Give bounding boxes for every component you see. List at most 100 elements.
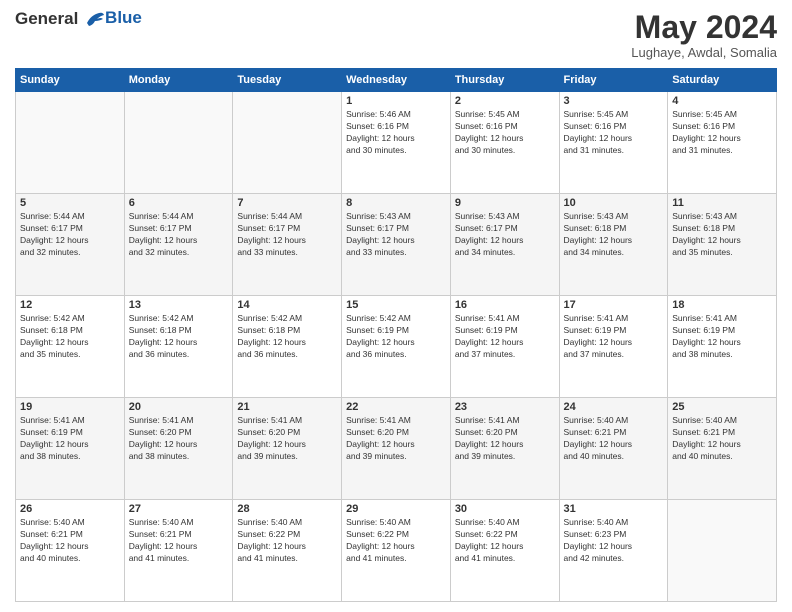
day-cell-0-5: 3 Sunrise: 5:45 AM Sunset: 6:16 PM Daylig… [559,92,668,194]
day-cell-3-6: 25 Sunrise: 5:40 AM Sunset: 6:21 PM Dayli… [668,398,777,500]
day-number-29: 29 [346,503,446,515]
day-info-30: Sunrise: 5:40 AM Sunset: 6:22 PM Dayligh… [455,517,555,565]
day-cell-4-5: 31 Sunrise: 5:40 AM Sunset: 6:23 PM Dayli… [559,500,668,602]
day-info-10: Sunrise: 5:43 AM Sunset: 6:18 PM Dayligh… [564,211,664,259]
day-cell-3-4: 23 Sunrise: 5:41 AM Sunset: 6:20 PM Dayli… [450,398,559,500]
day-number-21: 21 [237,401,337,413]
day-cell-3-2: 21 Sunrise: 5:41 AM Sunset: 6:20 PM Dayli… [233,398,342,500]
day-number-17: 17 [564,299,664,311]
day-number-24: 24 [564,401,664,413]
day-info-21: Sunrise: 5:41 AM Sunset: 6:20 PM Dayligh… [237,415,337,463]
day-info-7: Sunrise: 5:44 AM Sunset: 6:17 PM Dayligh… [237,211,337,259]
day-number-2: 2 [455,95,555,107]
header-friday: Friday [559,69,668,92]
weekday-header-row: Sunday Monday Tuesday Wednesday Thursday… [16,69,777,92]
day-info-27: Sunrise: 5:40 AM Sunset: 6:21 PM Dayligh… [129,517,229,565]
day-cell-3-5: 24Sunrise: 5:40 AM Sunset: 6:21 PM Dayli… [559,398,668,500]
week-row-1: 5 Sunrise: 5:44 AM Sunset: 6:17 PM Daylig… [16,194,777,296]
day-info-14: Sunrise: 5:42 AM Sunset: 6:18 PM Dayligh… [237,313,337,361]
day-cell-1-5: 10 Sunrise: 5:43 AM Sunset: 6:18 PM Dayli… [559,194,668,296]
day-number-30: 30 [455,503,555,515]
day-cell-3-1: 20Sunrise: 5:41 AM Sunset: 6:20 PM Dayli… [124,398,233,500]
day-cell-0-3: 1 Sunrise: 5:46 AM Sunset: 6:16 PM Daylig… [342,92,451,194]
day-number-19: 19 [20,401,120,413]
day-cell-1-3: 8 Sunrise: 5:43 AM Sunset: 6:17 PM Daylig… [342,194,451,296]
title-block: May 2024 Lughaye, Awdal, Somalia [631,10,777,60]
day-number-3: 3 [564,95,664,107]
day-number-28: 28 [237,503,337,515]
header-wednesday: Wednesday [342,69,451,92]
day-info-19: Sunrise: 5:41 AM Sunset: 6:19 PM Dayligh… [20,415,120,463]
day-cell-4-6 [668,500,777,602]
week-row-3: 19 Sunrise: 5:41 AM Sunset: 6:19 PM Dayli… [16,398,777,500]
day-info-23: Sunrise: 5:41 AM Sunset: 6:20 PM Dayligh… [455,415,555,463]
day-info-15: Sunrise: 5:42 AM Sunset: 6:19 PM Dayligh… [346,313,446,361]
day-number-18: 18 [672,299,772,311]
day-cell-0-0 [16,92,125,194]
day-number-20: 20 [129,401,229,413]
day-number-1: 1 [346,95,446,107]
day-info-28: Sunrise: 5:40 AM Sunset: 6:22 PM Dayligh… [237,517,337,565]
day-info-25: Sunrise: 5:40 AM Sunset: 6:21 PM Dayligh… [672,415,772,463]
day-info-22: Sunrise: 5:41 AM Sunset: 6:20 PM Dayligh… [346,415,446,463]
day-info-3: Sunrise: 5:45 AM Sunset: 6:16 PM Dayligh… [564,109,664,157]
day-info-5: Sunrise: 5:44 AM Sunset: 6:17 PM Dayligh… [20,211,120,259]
header-saturday: Saturday [668,69,777,92]
week-row-2: 12 Sunrise: 5:42 AM Sunset: 6:18 PM Dayli… [16,296,777,398]
week-row-4: 26 Sunrise: 5:40 AM Sunset: 6:21 PM Dayli… [16,500,777,602]
header-sunday: Sunday [16,69,125,92]
day-cell-3-0: 19 Sunrise: 5:41 AM Sunset: 6:19 PM Dayli… [16,398,125,500]
day-number-9: 9 [455,197,555,209]
day-info-13: Sunrise: 5:42 AM Sunset: 6:18 PM Dayligh… [129,313,229,361]
logo: General Blue [15,10,142,29]
day-number-23: 23 [455,401,555,413]
day-number-11: 11 [672,197,772,209]
day-cell-2-0: 12 Sunrise: 5:42 AM Sunset: 6:18 PM Dayli… [16,296,125,398]
day-number-8: 8 [346,197,446,209]
day-cell-2-6: 18Sunrise: 5:41 AM Sunset: 6:19 PM Dayli… [668,296,777,398]
header-tuesday: Tuesday [233,69,342,92]
day-info-16: Sunrise: 5:41 AM Sunset: 6:19 PM Dayligh… [455,313,555,361]
day-info-4: Sunrise: 5:45 AM Sunset: 6:16 PM Dayligh… [672,109,772,157]
day-number-5: 5 [20,197,120,209]
logo-block: General Blue [15,10,142,29]
day-info-26: Sunrise: 5:40 AM Sunset: 6:21 PM Dayligh… [20,517,120,565]
day-cell-0-2 [233,92,342,194]
day-cell-4-4: 30 Sunrise: 5:40 AM Sunset: 6:22 PM Dayli… [450,500,559,602]
header-monday: Monday [124,69,233,92]
calendar-table: Sunday Monday Tuesday Wednesday Thursday… [15,68,777,602]
day-info-11: Sunrise: 5:43 AM Sunset: 6:18 PM Dayligh… [672,211,772,259]
day-cell-2-5: 17Sunrise: 5:41 AM Sunset: 6:19 PM Dayli… [559,296,668,398]
day-info-2: Sunrise: 5:45 AM Sunset: 6:16 PM Dayligh… [455,109,555,157]
logo-bird-icon [85,11,105,29]
day-info-31: Sunrise: 5:40 AM Sunset: 6:23 PM Dayligh… [564,517,664,565]
day-cell-4-2: 28 Sunrise: 5:40 AM Sunset: 6:22 PM Dayli… [233,500,342,602]
day-info-12: Sunrise: 5:42 AM Sunset: 6:18 PM Dayligh… [20,313,120,361]
day-info-8: Sunrise: 5:43 AM Sunset: 6:17 PM Dayligh… [346,211,446,259]
day-number-26: 26 [20,503,120,515]
day-cell-1-2: 7Sunrise: 5:44 AM Sunset: 6:17 PM Daylig… [233,194,342,296]
day-cell-1-0: 5 Sunrise: 5:44 AM Sunset: 6:17 PM Daylig… [16,194,125,296]
day-cell-2-4: 16Sunrise: 5:41 AM Sunset: 6:19 PM Dayli… [450,296,559,398]
day-cell-1-1: 6 Sunrise: 5:44 AM Sunset: 6:17 PM Daylig… [124,194,233,296]
day-info-9: Sunrise: 5:43 AM Sunset: 6:17 PM Dayligh… [455,211,555,259]
day-cell-4-0: 26 Sunrise: 5:40 AM Sunset: 6:21 PM Dayli… [16,500,125,602]
day-number-27: 27 [129,503,229,515]
day-number-31: 31 [564,503,664,515]
header-thursday: Thursday [450,69,559,92]
day-info-6: Sunrise: 5:44 AM Sunset: 6:17 PM Dayligh… [129,211,229,259]
location: Lughaye, Awdal, Somalia [631,45,777,60]
day-number-10: 10 [564,197,664,209]
day-info-1: Sunrise: 5:46 AM Sunset: 6:16 PM Dayligh… [346,109,446,157]
day-number-13: 13 [129,299,229,311]
day-number-6: 6 [129,197,229,209]
day-cell-3-3: 22Sunrise: 5:41 AM Sunset: 6:20 PM Dayli… [342,398,451,500]
day-number-25: 25 [672,401,772,413]
day-cell-0-6: 4Sunrise: 5:45 AM Sunset: 6:16 PM Daylig… [668,92,777,194]
logo-general: General [15,9,78,28]
day-number-15: 15 [346,299,446,311]
day-number-12: 12 [20,299,120,311]
day-cell-0-4: 2 Sunrise: 5:45 AM Sunset: 6:16 PM Daylig… [450,92,559,194]
page: General Blue May 2024 Lughaye, Awdal, So… [0,0,792,612]
day-cell-1-4: 9 Sunrise: 5:43 AM Sunset: 6:17 PM Daylig… [450,194,559,296]
